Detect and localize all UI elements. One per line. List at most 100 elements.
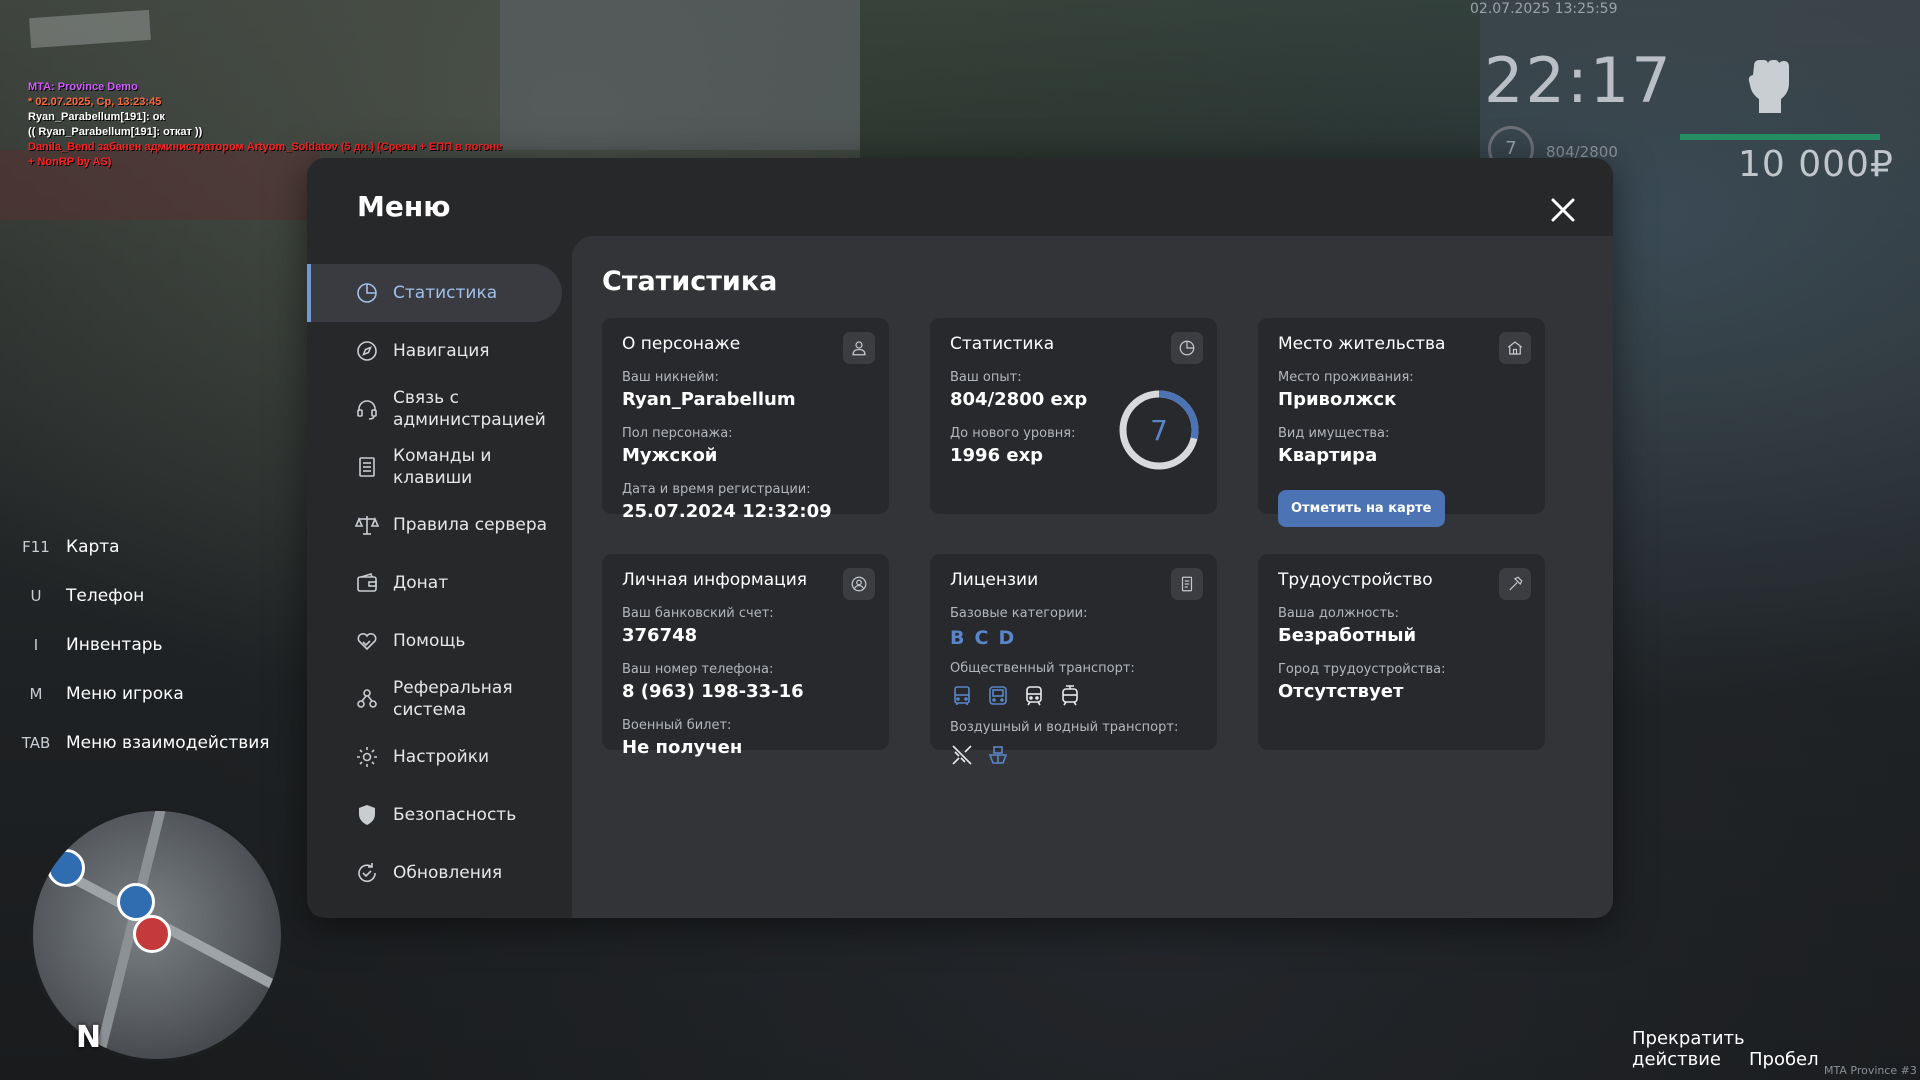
train-icon: [1022, 684, 1046, 708]
field-label: Дата и время регистрации:: [622, 482, 811, 497]
referral-users-icon: [355, 687, 379, 711]
hud-clock: 22:17: [1484, 44, 1673, 117]
sidebar-item-commands[interactable]: Команды и клавиши: [307, 438, 569, 496]
hotkey-inventory: I Инвентарь: [18, 620, 270, 669]
health-bar: [1680, 134, 1880, 140]
card-character: О персонаже Ваш никнейм: Ryan_Parabellum…: [602, 318, 889, 522]
close-button[interactable]: [1543, 190, 1583, 230]
sidebar-item-rules[interactable]: Правила сервера: [307, 496, 569, 554]
card-residence: Место жительства Место проживания: Приво…: [1258, 318, 1545, 527]
level-number: 7: [1150, 414, 1168, 447]
field-label: Пол персонажа:: [622, 426, 733, 441]
menu-window: Меню Статистика Навигация Связь с админи…: [307, 158, 1613, 918]
card-title: О персонаже: [622, 334, 741, 354]
field-label: Воздушный и водный транспорт:: [950, 720, 1179, 735]
gender-value: Мужской: [622, 445, 718, 466]
public-transport-icons: [950, 684, 1197, 708]
chat-line: (( Ryan_Parabellum[191]: откат )): [28, 126, 203, 138]
sidebar-item-admin-contact[interactable]: Связь с администрацией: [307, 380, 569, 438]
sidebar-item-help[interactable]: Помощь: [307, 612, 569, 670]
sidebar-item-navigation[interactable]: Навигация: [307, 322, 569, 380]
sidebar-item-label: Настройки: [393, 747, 490, 767]
user-circle-icon: [843, 568, 875, 600]
card-title: Лицензии: [950, 570, 1039, 590]
tram-icon: [1058, 684, 1082, 708]
hotkey-key: M: [29, 684, 43, 703]
chat-line: Ryan_Parabellum[191]: ок: [28, 111, 165, 123]
sidebar-item-updates[interactable]: Обновления: [307, 844, 569, 902]
minimap: [30, 808, 284, 1062]
bank-account-value: 376748: [622, 625, 698, 646]
mark-on-map-button[interactable]: Отметить на карте: [1278, 490, 1445, 527]
hotkey-phone: U Телефон: [18, 571, 270, 620]
chat-line: * 02.07.2025, Ср, 13:23:45: [28, 96, 162, 108]
refresh-check-icon: [355, 861, 379, 885]
headset-icon: [355, 397, 379, 421]
menu-sidebar: Статистика Навигация Связь с администрац…: [307, 264, 569, 902]
nickname-value: Ryan_Parabellum: [622, 389, 796, 410]
field-label: Ваш банковский счет:: [622, 606, 774, 621]
card-title: Статистика: [950, 334, 1055, 354]
hotkey-label: Карта: [66, 536, 120, 557]
gas-station-icon: [47, 849, 85, 887]
hotkey-key: TAB: [21, 733, 51, 752]
job-value: Безработный: [1278, 625, 1417, 646]
sidebar-item-label: Навигация: [393, 341, 490, 361]
property-value: Квартира: [1278, 445, 1378, 466]
phone-value: 8 (963) 198-33-16: [622, 681, 804, 702]
menu-title: Меню: [357, 190, 451, 223]
field-label: Общественный транспорт:: [950, 661, 1135, 676]
compass-icon: [355, 339, 379, 363]
sidebar-item-label: Статистика: [393, 283, 498, 303]
card-title: Личная информация: [622, 570, 808, 590]
server-version: MTA Province #3: [1824, 1064, 1917, 1077]
chart-pie-icon: [1171, 332, 1203, 364]
chat-line: MTA: Province Demo: [28, 81, 138, 93]
hotkey-key: U: [30, 586, 42, 605]
sidebar-item-label: Связь с администрацией: [393, 388, 546, 430]
hotkey-label: Инвентарь: [66, 634, 163, 655]
content-panel: Статистика О персонаже Ваш никнейм: Ryan…: [572, 236, 1613, 918]
card-title: Место жительства: [1278, 334, 1446, 354]
field-label: Ваша должность:: [1278, 606, 1400, 621]
field-label: Город трудоустройства:: [1278, 662, 1446, 677]
cancel-action-label: Прекратить действие: [1632, 1028, 1745, 1070]
residence-value: Приволжск: [1278, 389, 1397, 410]
card-personal: Личная информация Ваш банковский счет: 3…: [602, 554, 889, 758]
chat-log: MTA: Province Demo * 02.07.2025, Ср, 13:…: [28, 80, 508, 170]
hotkey-list: F11 Карта U Телефон I Инвентарь M Меню игрок…: [18, 522, 270, 767]
sidebar-item-referral[interactable]: Реферальная система: [307, 670, 569, 728]
bg-building: [500, 0, 860, 150]
sidebar-item-security[interactable]: Безопасность: [307, 786, 569, 844]
air-water-transport-icons: [950, 743, 1197, 767]
card-licenses: Лицензии Базовые категории: BCD Обществе…: [930, 554, 1217, 765]
card-stats: Статистика Ваш опыт: 804/2800 exp До нов…: [930, 318, 1217, 514]
content-title: Статистика: [602, 266, 778, 297]
minimap-north: N: [76, 1020, 102, 1055]
sidebar-item-label: Обновления: [393, 863, 503, 883]
boat-icon: [986, 743, 1010, 767]
hotkey-label: Меню взаимодействия: [66, 732, 270, 753]
sidebar-item-statistics[interactable]: Статистика: [307, 264, 562, 322]
shield-icon: [355, 803, 379, 827]
gear-icon: [355, 745, 379, 769]
sidebar-item-settings[interactable]: Настройки: [307, 728, 569, 786]
sidebar-item-donate[interactable]: Донат: [307, 554, 569, 612]
bg-trees: [860, 0, 1480, 170]
field-label: Ваш никнейм:: [622, 370, 719, 385]
hotkey-label: Меню игрока: [66, 683, 184, 704]
bg-sign: [29, 9, 151, 49]
license-category: B: [950, 627, 965, 649]
player-arrow-icon: [133, 915, 171, 953]
fist-icon: [1740, 52, 1800, 116]
sidebar-item-label: Правила сервера: [393, 515, 548, 535]
top-datetime: 02.07.2025 13:25:59: [1470, 1, 1618, 17]
hotkey-player-menu: M Меню игрока: [18, 669, 270, 718]
card-title: Трудоустройство: [1278, 570, 1433, 590]
close-icon: [1551, 198, 1575, 222]
scales-icon: [354, 513, 380, 537]
cancel-action-key: Пробел: [1748, 1049, 1819, 1070]
sidebar-item-label: Команды и клавиши: [393, 446, 492, 488]
license-category: D: [998, 627, 1015, 649]
document-list-icon: [355, 455, 379, 479]
